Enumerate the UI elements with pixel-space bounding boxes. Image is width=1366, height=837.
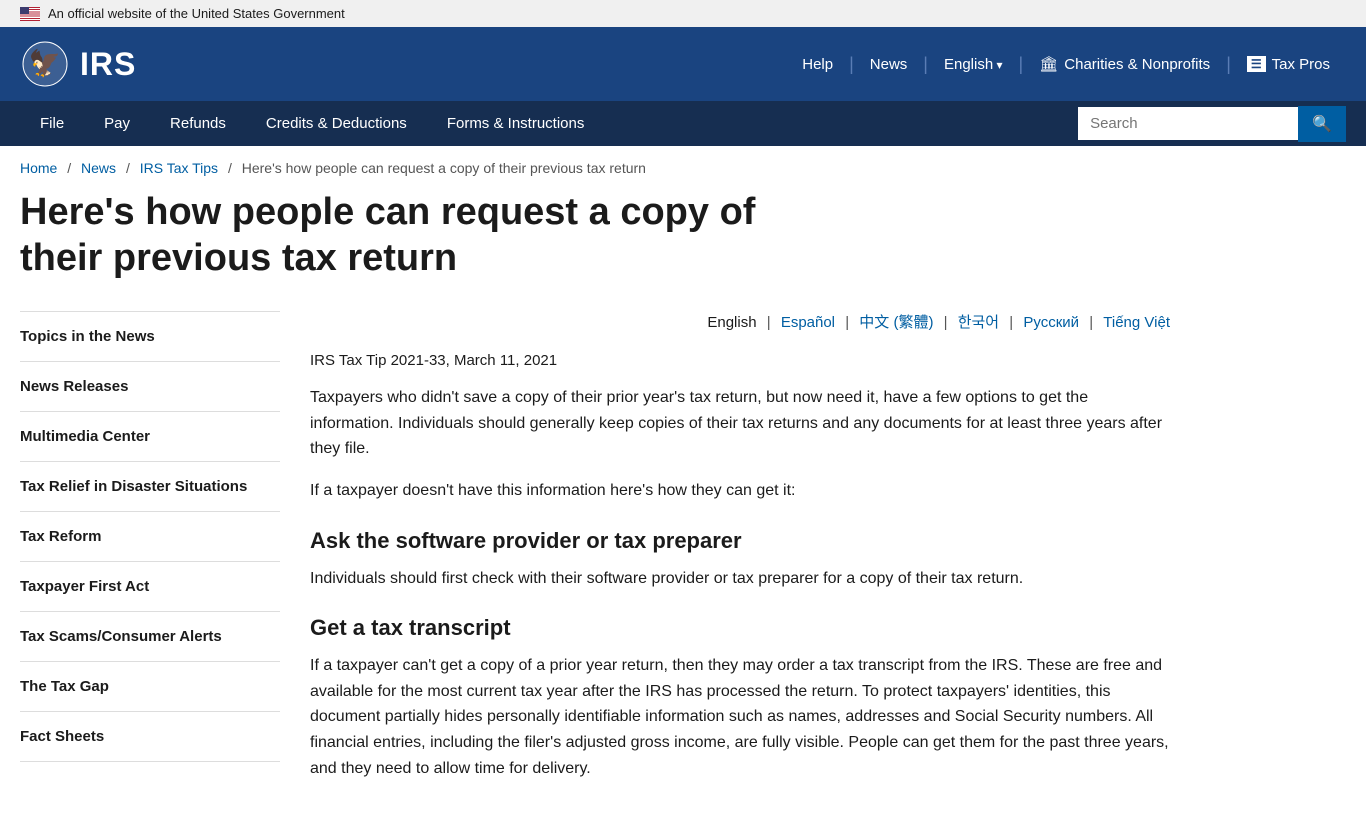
article-intro: Taxpayers who didn't save a copy of thei… bbox=[310, 385, 1170, 462]
lang-sep-4: | bbox=[1009, 314, 1013, 331]
lang-korean[interactable]: 한국어 bbox=[958, 314, 999, 331]
breadcrumb-news[interactable]: News bbox=[81, 160, 116, 176]
content-area: Topics in the News News Releases Multime… bbox=[20, 311, 1320, 797]
nav-file[interactable]: File bbox=[20, 101, 84, 146]
irs-logo[interactable]: 🦅 IRS bbox=[20, 39, 136, 89]
lang-espanol[interactable]: Español bbox=[781, 314, 835, 331]
header-language-link[interactable]: English bbox=[928, 56, 1019, 73]
page-title: Here's how people can request a copy of … bbox=[20, 190, 780, 281]
breadcrumb-current: Here's how people can request a copy of … bbox=[242, 160, 646, 176]
sidebar-link-multimedia[interactable]: Multimedia Center bbox=[20, 428, 150, 445]
main-wrapper: Here's how people can request a copy of … bbox=[0, 190, 1340, 837]
search-container: 🔍 bbox=[1078, 106, 1346, 142]
header-nav: Help | News | English | 🏛 Charities & No… bbox=[786, 54, 1346, 75]
sidebar-item-news-releases[interactable]: News Releases bbox=[20, 362, 280, 412]
nav-pay[interactable]: Pay bbox=[84, 101, 150, 146]
sidebar-link-tax-relief[interactable]: Tax Relief in Disaster Situations bbox=[20, 478, 247, 495]
nav-credits-deductions[interactable]: Credits & Deductions bbox=[246, 101, 427, 146]
header-help-link[interactable]: Help bbox=[786, 56, 849, 73]
sidebar-link-tax-reform[interactable]: Tax Reform bbox=[20, 528, 101, 545]
header-taxpros-link[interactable]: ☰ Tax Pros bbox=[1231, 56, 1346, 73]
breadcrumb: Home / News / IRS Tax Tips / Here's how … bbox=[0, 146, 1366, 190]
gov-banner: An official website of the United States… bbox=[0, 0, 1366, 27]
breadcrumb-sep-1: / bbox=[67, 160, 71, 176]
us-flag-icon bbox=[20, 7, 40, 21]
section-body-2: If a taxpayer can't get a copy of a prio… bbox=[310, 653, 1170, 781]
sidebar-item-topics[interactable]: Topics in the News bbox=[20, 312, 280, 362]
eagle-icon: 🦅 bbox=[20, 39, 70, 89]
nav-refunds[interactable]: Refunds bbox=[150, 101, 246, 146]
article-body: Taxpayers who didn't save a copy of thei… bbox=[310, 385, 1170, 781]
article: English | Español | 中文 (繁體) | 한국어 | Русс… bbox=[310, 311, 1170, 797]
breadcrumb-sep-3: / bbox=[228, 160, 232, 176]
header-charities-link[interactable]: 🏛 Charities & Nonprofits bbox=[1023, 55, 1226, 73]
sidebar: Topics in the News News Releases Multime… bbox=[20, 311, 280, 762]
main-nav: File Pay Refunds Credits & Deductions Fo… bbox=[0, 101, 1366, 146]
lang-sep-5: | bbox=[1089, 314, 1093, 331]
sidebar-item-tax-gap[interactable]: The Tax Gap bbox=[20, 662, 280, 712]
svg-text:🦅: 🦅 bbox=[29, 47, 61, 78]
header-news-link[interactable]: News bbox=[854, 56, 924, 73]
nav-links: File Pay Refunds Credits & Deductions Fo… bbox=[20, 101, 1078, 146]
lang-russian[interactable]: Русский bbox=[1023, 314, 1079, 331]
search-button[interactable]: 🔍 bbox=[1298, 106, 1346, 142]
search-input[interactable] bbox=[1078, 107, 1298, 140]
lang-sep-2: | bbox=[845, 314, 849, 331]
irs-logo-text: IRS bbox=[80, 46, 136, 83]
breadcrumb-sep-2: / bbox=[126, 160, 130, 176]
sidebar-link-tax-scams[interactable]: Tax Scams/Consumer Alerts bbox=[20, 628, 222, 645]
lang-chinese[interactable]: 中文 (繁體) bbox=[859, 314, 933, 331]
section-heading-2: Get a tax transcript bbox=[310, 615, 1170, 641]
taxpros-icon: ☰ bbox=[1247, 56, 1266, 72]
breadcrumb-home[interactable]: Home bbox=[20, 160, 57, 176]
lang-switcher: English | Español | 中文 (繁體) | 한국어 | Русс… bbox=[310, 311, 1170, 332]
sidebar-link-fact-sheets[interactable]: Fact Sheets bbox=[20, 728, 104, 745]
sidebar-item-fact-sheets[interactable]: Fact Sheets bbox=[20, 712, 280, 762]
gov-banner-text: An official website of the United States… bbox=[48, 6, 345, 21]
article-intro2: If a taxpayer doesn't have this informat… bbox=[310, 478, 1170, 504]
sidebar-item-taxpayer-first[interactable]: Taxpayer First Act bbox=[20, 562, 280, 612]
section-body-1: Individuals should first check with thei… bbox=[310, 566, 1170, 592]
sidebar-link-news-releases[interactable]: News Releases bbox=[20, 378, 128, 395]
sidebar-item-tax-scams[interactable]: Tax Scams/Consumer Alerts bbox=[20, 612, 280, 662]
sidebar-link-tax-gap[interactable]: The Tax Gap bbox=[20, 678, 109, 695]
section-heading-1: Ask the software provider or tax prepare… bbox=[310, 528, 1170, 554]
sidebar-item-tax-reform[interactable]: Tax Reform bbox=[20, 512, 280, 562]
site-header: 🦅 IRS Help | News | English | 🏛 Charitie… bbox=[0, 27, 1366, 101]
nav-forms-instructions[interactable]: Forms & Instructions bbox=[427, 101, 605, 146]
lang-vietnamese[interactable]: Tiếng Việt bbox=[1103, 314, 1170, 331]
breadcrumb-tax-tips[interactable]: IRS Tax Tips bbox=[140, 160, 218, 176]
lang-current: English bbox=[707, 314, 756, 331]
sidebar-link-topics[interactable]: Topics in the News bbox=[20, 328, 155, 345]
lang-sep-1: | bbox=[767, 314, 771, 331]
article-meta: IRS Tax Tip 2021-33, March 11, 2021 bbox=[310, 352, 1170, 369]
sidebar-item-multimedia[interactable]: Multimedia Center bbox=[20, 412, 280, 462]
sidebar-item-tax-relief[interactable]: Tax Relief in Disaster Situations bbox=[20, 462, 280, 512]
lang-sep-3: | bbox=[944, 314, 948, 331]
charities-icon: 🏛 bbox=[1039, 55, 1058, 73]
sidebar-link-taxpayer-first[interactable]: Taxpayer First Act bbox=[20, 578, 149, 595]
